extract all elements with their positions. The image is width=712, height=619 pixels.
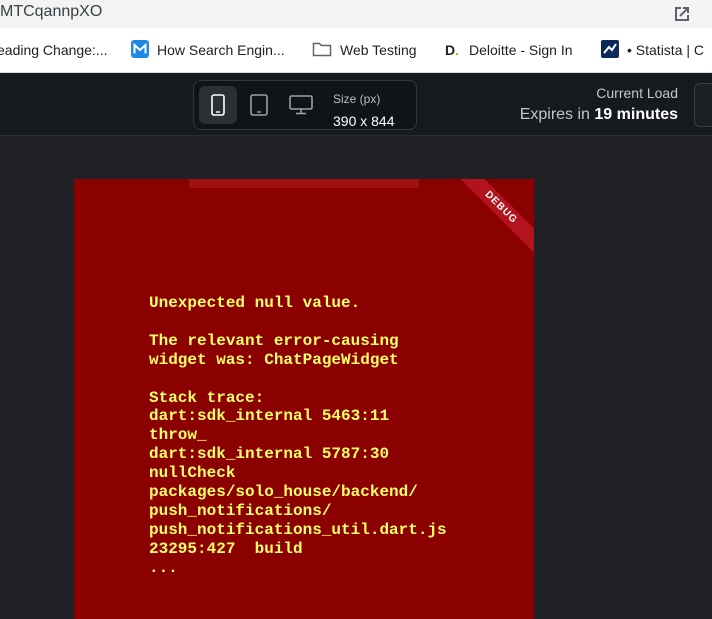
bookmark-deloitte[interactable]: D. Deloitte - Sign In <box>445 41 573 59</box>
current-load-label: Current Load <box>596 85 678 101</box>
tablet-device-button[interactable] <box>240 86 278 124</box>
m-logo-icon <box>131 39 149 61</box>
deloitte-icon: D. <box>445 42 460 58</box>
toolbar-action-button[interactable] <box>694 83 712 127</box>
desktop-icon <box>289 95 313 115</box>
bookmarks-bar: eading Change:... How Search Engin... We… <box>0 28 712 73</box>
device-size-selector: Size (px) 390 x 844 <box>193 80 417 130</box>
bookmark-label: • Statista | C <box>627 42 705 58</box>
error-message: Unexpected null value. The relevant erro… <box>149 294 447 577</box>
statista-icon <box>601 39 619 61</box>
debug-banner: DEBUG <box>453 179 534 256</box>
expires-text: Expires in 19 minutes <box>520 106 678 124</box>
size-label: Size (px) <box>333 92 381 106</box>
preview-toolbar: Size (px) 390 x 844 Current Load Expires… <box>0 73 712 136</box>
size-value: 390 x 844 <box>333 113 395 129</box>
open-external-icon[interactable] <box>672 4 692 24</box>
bookmark-how-search-engines[interactable]: How Search Engin... <box>131 39 285 61</box>
url-text[interactable]: MTCqannpXO <box>0 3 102 21</box>
bookmark-label: How Search Engin... <box>157 42 285 58</box>
bookmark-web-testing[interactable]: Web Testing <box>312 41 417 59</box>
tablet-icon <box>250 94 268 116</box>
folder-icon <box>312 41 332 60</box>
device-preview-screen[interactable]: DEBUG Unexpected null value. The relevan… <box>74 179 534 619</box>
bookmark-label: Web Testing <box>340 42 417 58</box>
address-bar[interactable]: MTCqannpXO <box>0 0 712 28</box>
bookmark-statista[interactable]: • Statista | C <box>601 39 705 61</box>
phone-icon <box>211 94 225 116</box>
desktop-device-button[interactable] <box>282 86 320 124</box>
bookmark-reading-change[interactable]: eading Change:... <box>0 41 108 59</box>
expires-value: 19 minutes <box>594 106 678 123</box>
phone-device-button[interactable] <box>199 86 237 124</box>
status-bar <box>189 179 419 188</box>
expires-prefix: Expires in <box>519 106 595 123</box>
bookmark-label: Deloitte - Sign In <box>469 42 573 58</box>
bookmark-label: eading Change:... <box>0 42 108 58</box>
